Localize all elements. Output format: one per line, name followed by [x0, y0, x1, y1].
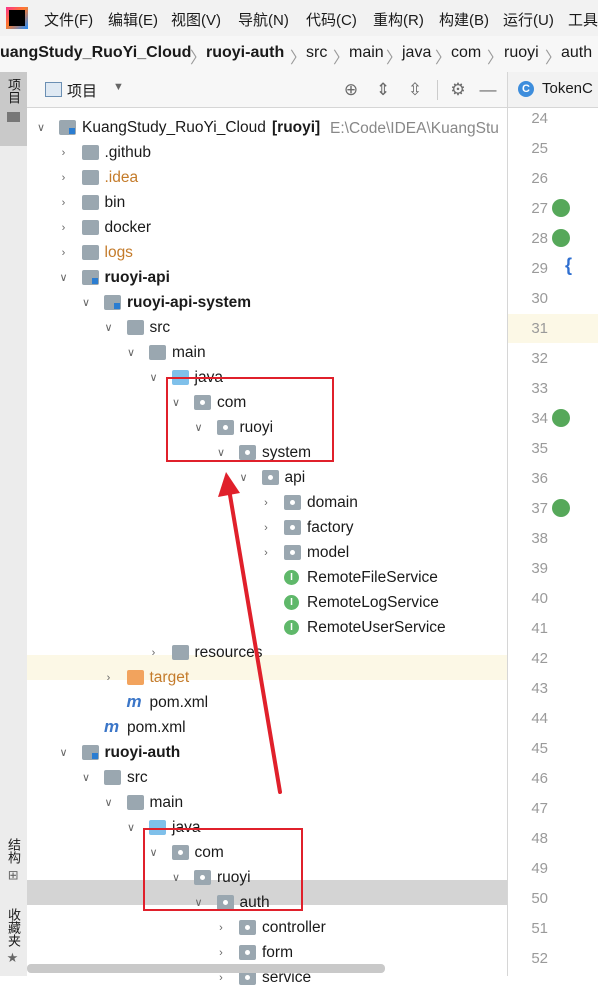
- annotation-arrow: [218, 472, 282, 794]
- arrow-head: [218, 472, 240, 497]
- arrow-shaft: [228, 493, 282, 794]
